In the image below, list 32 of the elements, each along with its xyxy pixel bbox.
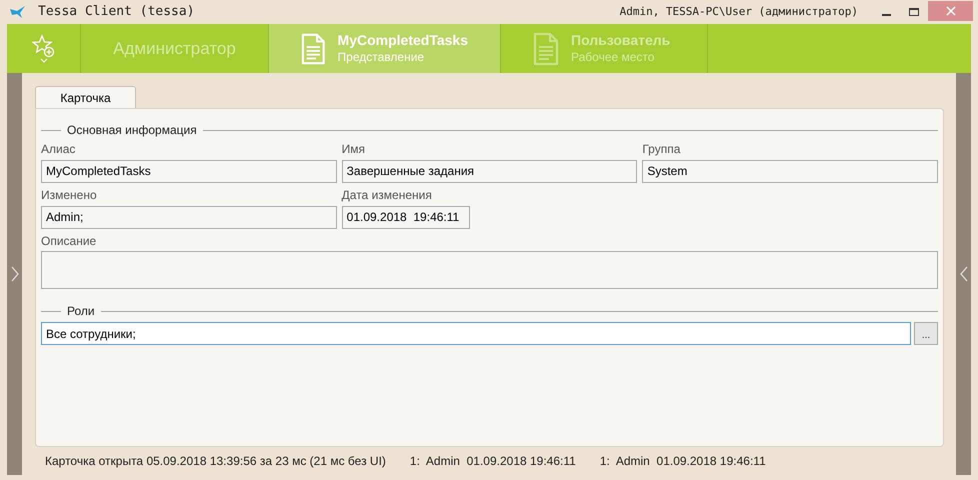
text-field[interactable]: System	[642, 160, 938, 182]
field-label: Имя	[342, 141, 366, 157]
card-tab[interactable]: Карточка	[35, 86, 136, 108]
document-icon	[301, 32, 326, 66]
description-field[interactable]	[41, 251, 938, 289]
window-title: Tessa Client (tessa)	[38, 3, 195, 22]
left-panel-toggle[interactable]	[7, 73, 22, 475]
text-field[interactable]: Завершенные задания	[342, 160, 638, 182]
chevron-left-icon	[960, 266, 968, 282]
field-label: Дата изменения	[342, 187, 433, 203]
field-label: Алиас	[41, 141, 76, 157]
text-field[interactable]: MyCompletedTasks	[41, 160, 337, 182]
field-label: Группа	[642, 141, 682, 157]
chevron-right-icon	[10, 266, 18, 282]
section-title: Основная информация	[67, 122, 197, 139]
bird-icon	[10, 6, 26, 18]
chevron-down-icon	[40, 58, 48, 63]
close-icon	[946, 6, 956, 16]
status-text: 1: Admin 01.09.2018 19:46:11	[600, 453, 766, 470]
field-label: Изменено	[41, 187, 98, 203]
status-text: 1: Admin 01.09.2018 19:46:11	[410, 453, 576, 470]
text-field[interactable]: 01.09.2018 19:46:11	[342, 206, 470, 228]
field-label: Описание	[41, 233, 98, 249]
document-icon	[533, 32, 559, 66]
text-field[interactable]: Admin;	[41, 206, 337, 228]
section-title: Роли	[67, 303, 95, 320]
roles-field[interactable]: Все сотрудники;	[41, 322, 911, 345]
right-panel-toggle[interactable]	[956, 73, 971, 475]
browse-button[interactable]: ...	[914, 322, 938, 345]
star-add-icon	[32, 34, 56, 58]
user-label: Admin, TESSA-PC\User (администратор)	[620, 4, 858, 20]
status-text: Карточка открыта 05.09.2018 13:39:56 за 23 мс (21 мс без UI)	[45, 453, 386, 470]
